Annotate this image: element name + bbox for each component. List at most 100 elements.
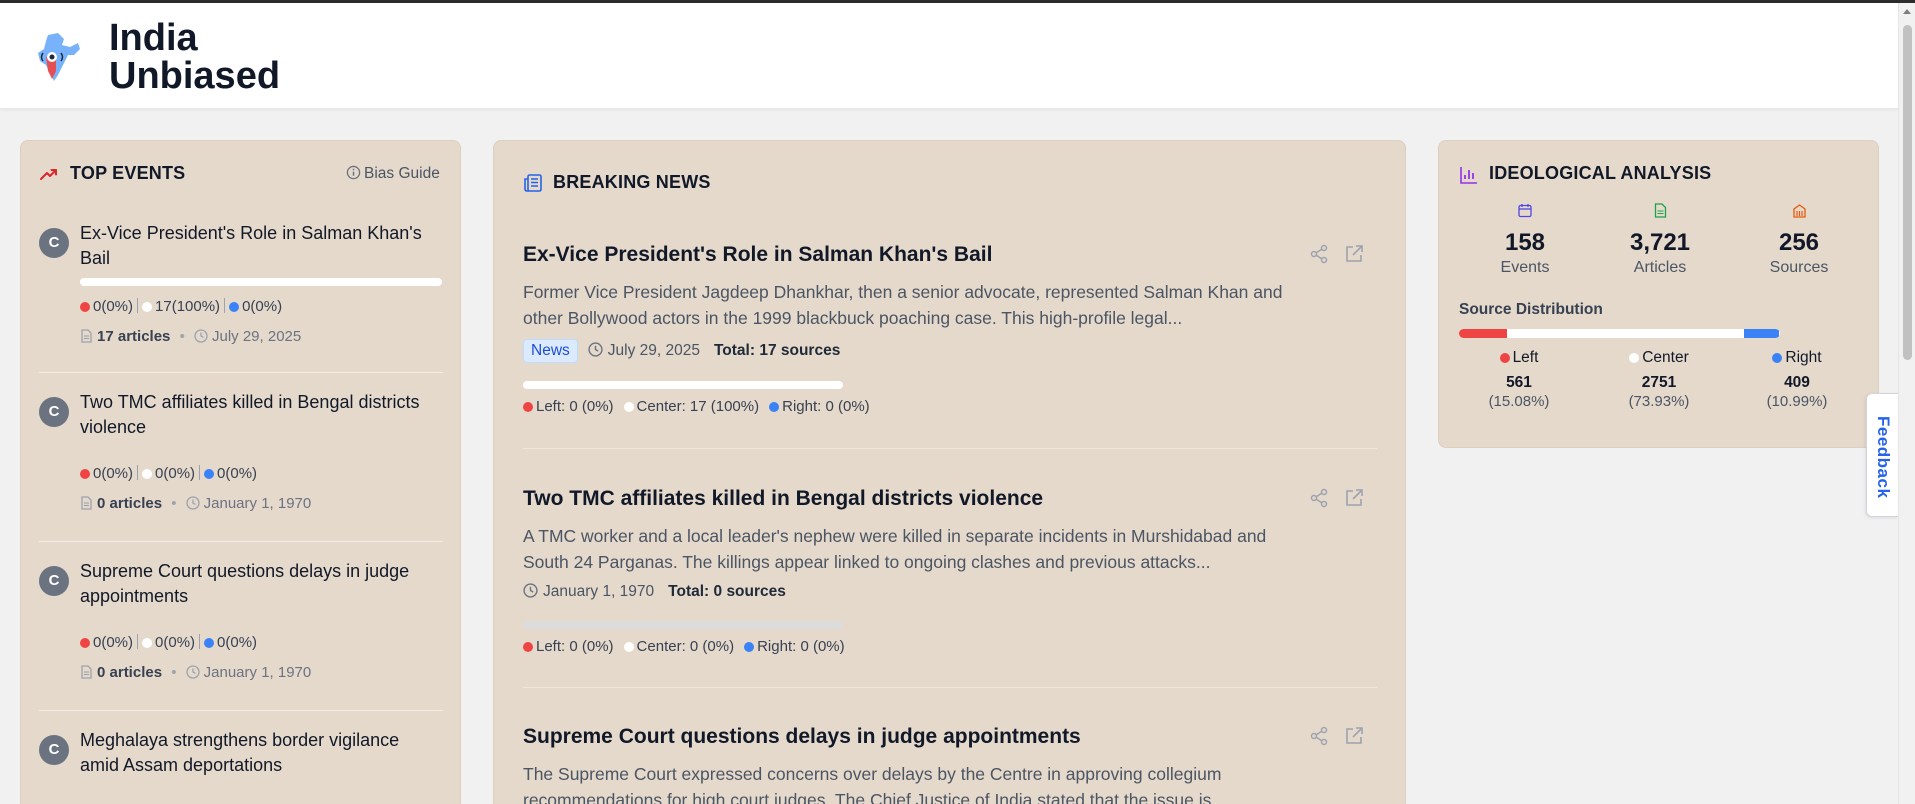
events-label: Events	[1500, 259, 1550, 276]
event-title[interactable]: Two TMC affiliates killed in Bengal dist…	[80, 390, 442, 440]
event-meta: 0 articles • January 1, 1970	[80, 664, 311, 681]
divider	[39, 710, 443, 711]
right-count: 409	[1784, 374, 1810, 391]
scroll-thumb[interactable]	[1903, 25, 1912, 360]
event-articles: 17 articles	[97, 328, 171, 345]
india-map-logo-icon[interactable]	[34, 31, 82, 83]
share-icon[interactable]	[1308, 243, 1330, 265]
event-title[interactable]: Ex-Vice President's Role in Salman Khan'…	[80, 221, 442, 271]
bias-guide-link[interactable]: Bias Guide	[346, 165, 440, 183]
left-value: 0(0%)	[93, 465, 134, 482]
stat-events: 158 Events	[1455, 203, 1595, 277]
event-item[interactable]: C Two TMC affiliates killed in Bengal di…	[39, 390, 443, 512]
event-date: January 1, 1970	[203, 495, 312, 512]
page-scrollbar[interactable]	[1898, 3, 1915, 804]
event-badge: C	[39, 228, 69, 258]
center-dot	[142, 302, 153, 312]
event-meta: 0 articles • January 1, 1970	[80, 495, 311, 512]
scroll-up-arrow-icon[interactable]	[1903, 9, 1911, 14]
news-total-sources: Total: 17 sources	[713, 342, 841, 359]
left-dot	[80, 302, 90, 312]
source-distribution-label: Source Distribution	[1459, 301, 1603, 318]
center-value: 0(0%)	[155, 634, 196, 651]
event-badge: C	[39, 566, 69, 596]
event-item[interactable]: C Meghalaya strengthens border vigilance…	[39, 728, 443, 804]
legend-right: Right 409 (10.99%)	[1737, 349, 1857, 410]
external-link-icon[interactable]	[1343, 487, 1365, 509]
breaking-news-title: BREAKING NEWS	[553, 172, 711, 192]
news-bias-bar	[523, 381, 843, 389]
clock-icon	[588, 342, 603, 357]
share-icon[interactable]	[1308, 487, 1330, 509]
right-name: Right	[1785, 349, 1822, 366]
left-dot	[523, 402, 533, 412]
news-title[interactable]: Two TMC affiliates killed in Bengal dist…	[523, 487, 1043, 511]
right-dot	[204, 638, 215, 648]
left-name: Left	[1512, 349, 1539, 366]
center-label: Center: 0 (0%)	[636, 638, 735, 655]
feedback-label: Feedback	[1874, 416, 1893, 499]
brand-title[interactable]: India Unbiased	[109, 19, 280, 95]
left-dot	[80, 638, 90, 648]
clock-icon	[186, 665, 200, 679]
file-text-icon	[1654, 203, 1666, 218]
news-date: January 1, 1970	[543, 583, 655, 600]
news-title[interactable]: Supreme Court questions delays in judge …	[523, 725, 1081, 749]
articles-label: Articles	[1633, 259, 1687, 276]
news-date: July 29, 2025	[607, 342, 700, 359]
clock-icon	[186, 496, 200, 510]
event-bias-bar	[80, 278, 442, 286]
right-dot	[229, 302, 240, 312]
event-articles: 0 articles	[97, 495, 163, 512]
document-icon	[81, 665, 92, 679]
left-dot	[80, 469, 90, 479]
calendar-icon	[1518, 204, 1532, 218]
brand-line-1: India	[109, 17, 198, 59]
news-item[interactable]: Supreme Court questions delays in judge …	[523, 725, 1377, 804]
event-bias-stats: 0(0%) 17(100%) 0(0%)	[80, 298, 282, 315]
news-title[interactable]: Ex-Vice President's Role in Salman Khan'…	[523, 243, 992, 267]
event-title[interactable]: Meghalaya strengthens border vigilance a…	[80, 728, 442, 778]
articles-count: 3,721	[1629, 229, 1691, 256]
external-link-icon[interactable]	[1343, 243, 1365, 265]
distribution-segment-right	[1744, 329, 1779, 338]
news-tag[interactable]: News	[523, 339, 578, 363]
center-label: Center: 17 (100%)	[636, 398, 760, 415]
news-total-sources: Total: 0 sources	[668, 583, 786, 600]
event-item[interactable]: C Ex-Vice President's Role in Salman Kha…	[39, 221, 443, 345]
stat-sources: 256 Sources	[1729, 203, 1869, 277]
external-link-icon[interactable]	[1343, 725, 1365, 747]
right-label: Right: 0 (0%)	[757, 638, 845, 655]
right-dot	[744, 642, 755, 652]
event-item[interactable]: C Supreme Court questions delays in judg…	[39, 559, 443, 681]
share-icon[interactable]	[1308, 725, 1330, 747]
left-label: Left: 0 (0%)	[536, 638, 614, 655]
center-dot	[1629, 353, 1640, 363]
news-description: A TMC worker and a local leader's nephew…	[523, 526, 1267, 572]
sources-label: Sources	[1769, 259, 1829, 276]
feedback-tab[interactable]: Feedback	[1866, 393, 1898, 517]
event-title[interactable]: Supreme Court questions delays in judge …	[80, 559, 442, 609]
left-value: 0(0%)	[93, 298, 134, 315]
distribution-segment-center	[1507, 329, 1744, 338]
left-percent: (15.08%)	[1488, 393, 1550, 410]
legend-center: Center 2751 (73.93%)	[1599, 349, 1719, 410]
brand-line-2: Unbiased	[109, 55, 281, 97]
trending-up-icon	[40, 169, 57, 180]
center-dot	[142, 638, 153, 648]
right-value: 0(0%)	[217, 465, 258, 482]
news-meta: January 1, 1970 Total: 0 sources	[523, 583, 786, 601]
source-distribution-bar	[1459, 329, 1780, 338]
bias-guide-label: Bias Guide	[364, 165, 440, 182]
divider	[523, 448, 1377, 449]
right-percent: (10.99%)	[1766, 393, 1828, 410]
clock-icon	[523, 583, 538, 598]
news-item[interactable]: Two TMC affiliates killed in Bengal dist…	[523, 487, 1377, 687]
news-item[interactable]: Ex-Vice President's Role in Salman Khan'…	[523, 243, 1377, 443]
news-description: The Supreme Court expressed concerns ove…	[523, 764, 1222, 804]
event-articles: 0 articles	[97, 664, 163, 681]
left-dot	[1499, 353, 1510, 363]
building-icon	[1792, 204, 1806, 218]
left-value: 0(0%)	[93, 634, 134, 651]
newspaper-icon	[524, 174, 542, 192]
